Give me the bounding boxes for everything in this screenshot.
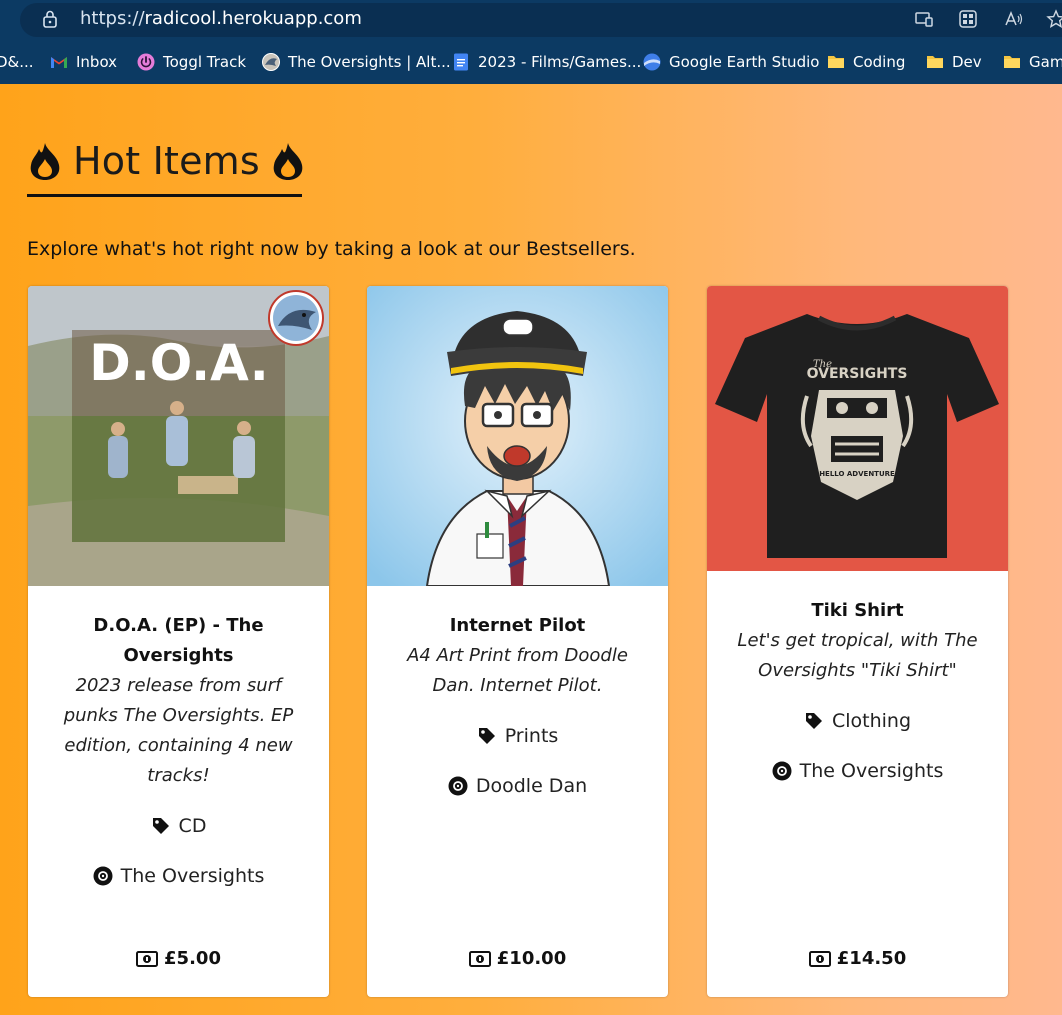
bookmark-label: Inbox [76, 53, 118, 71]
intro-text: Explore what's hot right now by taking a… [27, 238, 636, 260]
bookmark-folder-games[interactable]: Gam [1003, 51, 1062, 73]
product-price: £10.00 [367, 948, 668, 969]
product-card-tiki-shirt[interactable]: The OVERSIGHTS HELLO ADVENTURE Tiki Shir… [707, 286, 1008, 997]
heading-underline [27, 194, 302, 197]
record-icon [448, 776, 468, 796]
product-card-internet-pilot[interactable]: Internet Pilot A4 Art Print from Doodle … [367, 286, 668, 997]
artist-label: The Oversights [799, 760, 944, 782]
bookmark-earth-studio[interactable]: Google Earth Studio [643, 51, 819, 73]
fire-icon [273, 143, 303, 180]
card-body: D.O.A. (EP) - The Oversights 2023 releas… [28, 611, 329, 891]
favorite-star-icon[interactable] [1046, 9, 1062, 29]
url-scheme: https:// [80, 8, 145, 29]
category-label: Prints [504, 725, 559, 747]
product-title[interactable]: Tiki Shirt [737, 596, 978, 626]
artist-label: The Oversights [120, 865, 265, 887]
bookmark-label: Dev [952, 53, 982, 71]
product-category[interactable]: Clothing [737, 706, 978, 736]
bookmark-toggl[interactable]: Toggl Track [137, 51, 246, 73]
price-label: £5.00 [164, 948, 221, 969]
extensions-icon[interactable] [958, 9, 978, 29]
earth-icon [643, 53, 661, 71]
money-icon [808, 950, 831, 967]
price-label: £14.50 [836, 948, 907, 969]
album-title-text: D.O.A. [89, 334, 269, 392]
hot-items-section: Hot Items Explore what's hot right now b… [0, 84, 1062, 1015]
tag-icon [478, 728, 495, 744]
bookmark-label: D&... [0, 53, 34, 71]
product-artist[interactable]: Doodle Dan [397, 771, 638, 801]
bookmark-label: Toggl Track [163, 53, 247, 71]
folder-icon [927, 56, 943, 68]
product-image-tiki-shirt[interactable]: The OVERSIGHTS HELLO ADVENTURE [707, 286, 1008, 571]
category-label: CD [178, 815, 207, 837]
product-description: A4 Art Print from Doodle Dan. Internet P… [407, 645, 628, 696]
tag-icon [805, 713, 822, 729]
read-aloud-icon[interactable] [1004, 9, 1024, 29]
tag-icon [152, 818, 169, 834]
shirt-print-subtext: HELLO ADVENTURE [819, 470, 895, 478]
product-title[interactable]: D.O.A. (EP) - The Oversights [58, 611, 299, 671]
fire-icon [30, 143, 60, 180]
google-docs-icon [454, 53, 468, 71]
shirt-print-text: OVERSIGHTS [807, 366, 908, 382]
artist-label: Doodle Dan [475, 775, 588, 797]
product-price: £14.50 [707, 948, 1008, 969]
url-text[interactable]: https://radicool.herokuapp.com [80, 8, 362, 29]
bookmark-label: Gam [1029, 53, 1062, 71]
bookmark-dnd[interactable]: D&... [0, 51, 34, 73]
bookmark-oversights[interactable]: The Oversights | Alt... [262, 51, 451, 73]
record-icon [93, 866, 113, 886]
heading-row: Hot Items [27, 139, 306, 183]
record-icon [772, 761, 792, 781]
bookmark-films-games[interactable]: 2023 - Films/Games... [452, 51, 641, 73]
category-label: Clothing [831, 710, 912, 732]
gmail-icon [51, 57, 67, 68]
bookmark-label: Google Earth Studio [669, 53, 820, 71]
product-artist[interactable]: The Oversights [737, 756, 978, 786]
bookmark-label: The Oversights | Alt... [288, 53, 451, 71]
product-category[interactable]: Prints [397, 721, 638, 751]
product-artist[interactable]: The Oversights [58, 861, 299, 891]
product-category[interactable]: CD [58, 811, 299, 841]
card-body: Internet Pilot A4 Art Print from Doodle … [367, 611, 668, 801]
product-price: £5.00 [28, 948, 329, 969]
bookmarks-bar: D&... Inbox Toggl Track The Oversights |… [0, 40, 1062, 84]
product-title[interactable]: Internet Pilot [397, 611, 638, 641]
folder-icon [1004, 56, 1020, 68]
toggl-icon [137, 53, 155, 71]
bookmark-folder-dev[interactable]: Dev [926, 51, 982, 73]
product-image-doa[interactable]: D.O.A. [28, 286, 329, 586]
browser-toolbar: https://radicool.herokuapp.com [0, 0, 1062, 40]
product-image-internet-pilot[interactable] [367, 286, 668, 586]
site-favicon-icon [262, 53, 280, 71]
folder-icon [828, 56, 844, 68]
bookmark-label: 2023 - Films/Games... [478, 53, 642, 71]
money-icon [468, 950, 491, 967]
bookmark-inbox[interactable]: Inbox [50, 51, 117, 73]
card-body: Tiki Shirt Let's get tropical, with The … [707, 596, 1008, 786]
product-card-doa[interactable]: D.O.A. D.O.A. (EP) - The Oversights 2023… [28, 286, 329, 997]
money-icon [136, 950, 159, 967]
price-label: £10.00 [496, 948, 567, 969]
url-host: radicool.herokuapp.com [144, 8, 362, 29]
product-description: Let's get tropical, with The Oversights … [737, 630, 978, 681]
lock-icon [43, 10, 57, 28]
product-description: 2023 release from surf punks The Oversig… [63, 675, 294, 786]
bookmark-folder-coding[interactable]: Coding [827, 51, 905, 73]
bookmark-label: Coding [853, 53, 906, 71]
device-icon[interactable] [914, 9, 934, 29]
page-title: Hot Items [73, 139, 260, 183]
